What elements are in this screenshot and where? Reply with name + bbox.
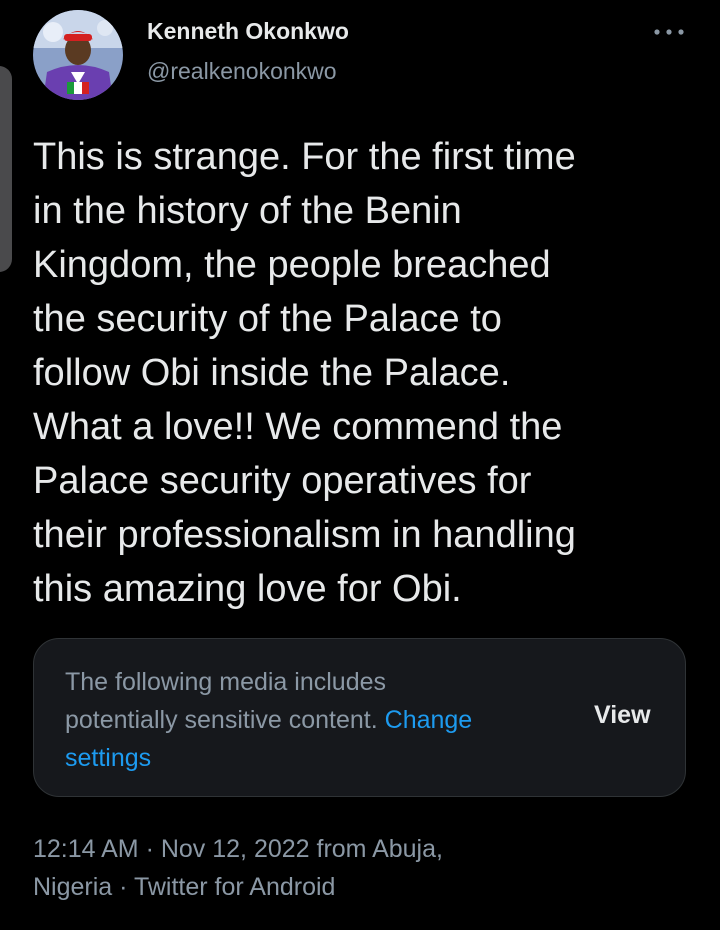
timestamp-location[interactable]: 12:14 AM · Nov 12, 2022 from Abuja, bbox=[33, 830, 443, 868]
tweet-text-line: the security of the Palace to bbox=[33, 298, 502, 340]
sensitive-media-line: potentially sensitive content. Change bbox=[65, 701, 565, 739]
tweet-text: This is strange. For the first time in t… bbox=[33, 130, 693, 616]
tweet-text-line: What a love!! We commend the bbox=[33, 406, 563, 448]
tweet-text-line: in the history of the Benin bbox=[33, 190, 462, 232]
location-source[interactable]: Nigeria · Twitter for Android bbox=[33, 868, 443, 906]
sensitive-media-notice: The following media includes potentially… bbox=[65, 663, 565, 777]
sensitive-media-card: The following media includes potentially… bbox=[33, 638, 686, 797]
sensitive-media-line: settings bbox=[65, 739, 565, 777]
screen-edge-handle bbox=[0, 66, 12, 272]
view-media-button[interactable]: View bbox=[594, 701, 651, 730]
tweet-text-line: Palace security operatives for bbox=[33, 460, 532, 502]
tweet-text-line: this amazing love for Obi. bbox=[33, 568, 462, 610]
tweet-text-line: follow Obi inside the Palace. bbox=[33, 352, 511, 394]
author-avatar[interactable] bbox=[33, 10, 123, 100]
sensitive-media-line: The following media includes bbox=[65, 668, 387, 696]
tweet-text-line: This is strange. For the first time bbox=[33, 136, 576, 178]
tweet-text-line: Kingdom, the people breached bbox=[33, 244, 551, 286]
profile-avatar-photo-icon bbox=[33, 10, 123, 100]
author-display-name[interactable]: Kenneth Okonkwo bbox=[147, 18, 349, 45]
sensitive-media-text: potentially sensitive content. bbox=[65, 706, 378, 734]
more-horizontal-icon[interactable] bbox=[652, 22, 686, 42]
author-handle[interactable]: @realkenokonkwo bbox=[147, 58, 337, 85]
tweet-metadata: 12:14 AM · Nov 12, 2022 from Abuja, Nige… bbox=[33, 830, 443, 906]
change-settings-link[interactable]: Change bbox=[385, 706, 473, 734]
tweet-text-line: their professionalism in handling bbox=[33, 514, 576, 556]
change-settings-link-cont[interactable]: settings bbox=[65, 744, 151, 772]
